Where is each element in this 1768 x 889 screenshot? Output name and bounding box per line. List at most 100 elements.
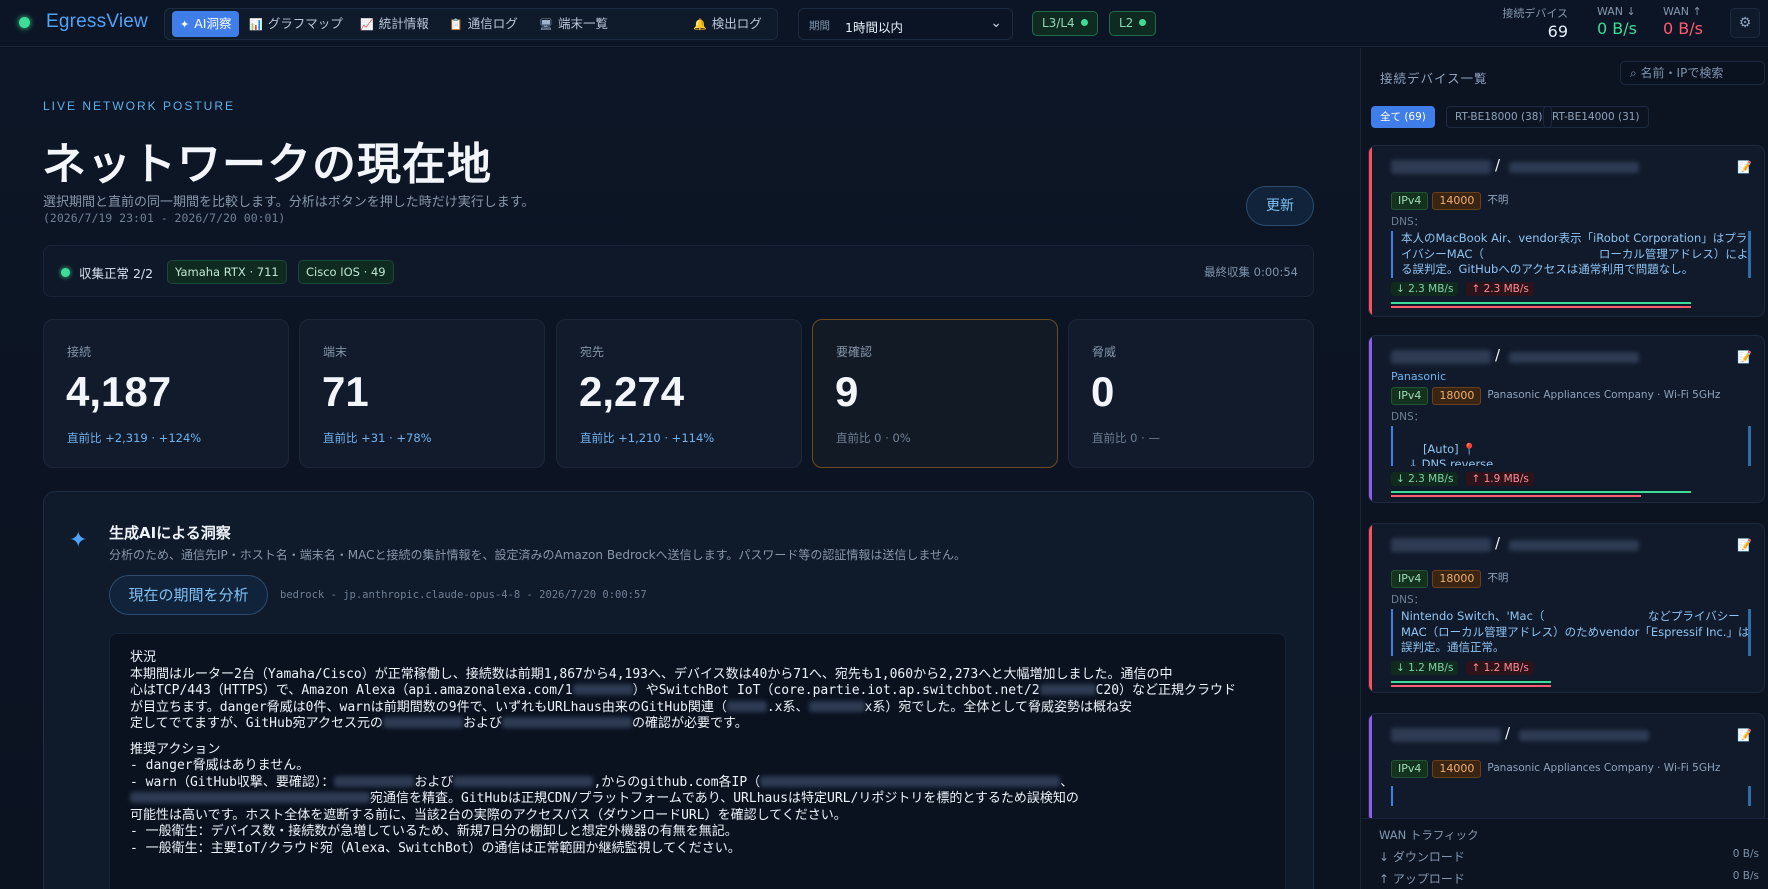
search-icon: ⌕ xyxy=(1630,66,1641,80)
status-dot xyxy=(1139,19,1147,26)
card-accent xyxy=(1369,146,1372,316)
router-chip: Yamaha RTX · 711 xyxy=(167,260,287,284)
layer-toggle-l3l4[interactable]: L3/L4 xyxy=(1032,11,1098,36)
device-card[interactable]: / 📝 IPv4 14000 Panasonic Appliances Compan… xyxy=(1368,713,1765,823)
device-name-blurred xyxy=(1391,350,1491,364)
sidebar-title: 接続デバイス一覧 xyxy=(1380,71,1488,86)
period-select[interactable]: 期間 1時間以内 ⌄ xyxy=(798,8,1013,40)
wan-up-stat: WAN ↑ 0 B/s xyxy=(1663,5,1703,38)
refresh-button[interactable]: 更新 xyxy=(1246,186,1314,226)
device-name-blurred xyxy=(1391,538,1491,552)
kpi-devices: 端末 71 直前比 +31 · +78% xyxy=(299,319,545,468)
dns-label: DNS： xyxy=(1391,216,1425,228)
device-note: Nintendo Switch、'Mac（ などプライバシーMAC（ローカル管理… xyxy=(1391,609,1751,656)
kpi-connections: 接続 4,187 直前比 +2,319 · +124% xyxy=(43,319,289,468)
filter-tab-rt-be18000[interactable]: RT-BE18000 (38) xyxy=(1446,106,1552,128)
main-nav: ✦ AI洞察 📊 グラフマップ 📈 統計情報 📋 通信ログ 🖥 端末一覧 🔔 検出ログ xyxy=(164,8,778,40)
card-accent xyxy=(1369,524,1372,692)
gear-icon: ⚙ xyxy=(1738,15,1752,31)
page-subtitle: 選択期間と直前の同一期間を比較します。分析はボタンを押した時だけ実行します。 xyxy=(43,195,535,210)
nav-ai-insight[interactable]: ✦ AI洞察 xyxy=(172,11,240,37)
device-note: [Auto] 📍 ↓ DNS reverse xyxy=(1391,426,1751,466)
device-sidebar: 接続デバイス一覧 ⌕ 名前・IPで検索 全て (69) RT-BE18000 (… xyxy=(1360,48,1768,889)
router-chip: Cisco IOS · 49 xyxy=(298,260,394,284)
status-dot xyxy=(61,268,70,277)
report-line: が目立ちます。danger脅威は0件、warnは前期間数の9件で、いずれもURL… xyxy=(130,699,1132,715)
download-rate: ↓ 2.3 MB/s xyxy=(1391,282,1459,296)
status-dot xyxy=(1080,19,1088,26)
report-line: 本期間はルーター2台（Yamaha/Cisco）が正常稼働し、接続数は前期1,8… xyxy=(130,666,1173,682)
period-label: 期間 xyxy=(809,20,830,32)
model-info: bedrock - jp.anthropic.claude-opus-4-8 -… xyxy=(280,589,647,601)
report-heading: 推奨アクション xyxy=(130,741,221,757)
report-line: 可能性は高いです。ホスト全体を遮断する前に、当該2台の実際のアクセスパス（ダウン… xyxy=(130,807,847,823)
wan-title: WAN トラフィック xyxy=(1379,828,1479,842)
connected-devices-stat: 接続デバイス 69 xyxy=(1502,7,1568,41)
bell-icon: 🔔 xyxy=(693,18,707,31)
device-note: 本人のMacBook Air、vendor表示「iRobot Corporati… xyxy=(1391,231,1751,278)
report-line: - warn（GitHub収撃、要確認）： および ,からのgithub.com各I… xyxy=(130,774,1074,790)
device-card[interactable]: / 📝 Panasonic IPv4 18000 Panasonic Applian… xyxy=(1368,335,1765,503)
kpi-destinations: 宛先 2,274 直前比 +1,210 · +114% xyxy=(556,319,802,468)
wan-download-row: ↓ ダウンロード 0 B/s xyxy=(1379,848,1759,864)
dns-label: DNS： xyxy=(1391,411,1425,423)
nav-traffic-log[interactable]: 📋 通信ログ xyxy=(441,11,526,37)
ai-insight-panel: ✦ 生成AIによる洞察 分析のため、通信先IP・ホスト名・端末名・MACと接続の… xyxy=(43,491,1314,889)
upload-rate: ↑ 1.9 MB/s xyxy=(1466,472,1534,486)
filter-tab-all[interactable]: 全て (69) xyxy=(1371,106,1435,128)
traffic-bars xyxy=(1391,302,1751,308)
nav-device-list[interactable]: 🖥 端末一覧 xyxy=(531,11,616,37)
nav-statistics[interactable]: 📈 統計情報 xyxy=(352,11,437,37)
dns-label: DNS： xyxy=(1391,594,1425,606)
kpi-threats: 脅威 0 直前比 0 · — xyxy=(1068,319,1314,468)
period-value: 1時間以内 xyxy=(845,20,903,35)
kpi-needs-review: 要確認 9 直前比 0 · 0% xyxy=(812,319,1058,468)
wan-traffic-panel: WAN トラフィック ↓ ダウンロード 0 B/s ↑ アップロード 0 B/s xyxy=(1361,818,1768,889)
device-card[interactable]: / 📝 IPv4 18000 不明 DNS： Nintendo Switch、'Ma… xyxy=(1368,523,1765,693)
status-dot xyxy=(19,17,30,28)
edit-icon[interactable]: 📝 xyxy=(1737,728,1752,742)
device-note xyxy=(1391,786,1751,806)
bar-chart-icon: 📊 xyxy=(249,18,263,31)
edit-icon[interactable]: 📝 xyxy=(1737,538,1752,552)
ai-report: 状況 本期間はルーター2台（Yamaha/Cisco）が正常稼働し、接続数は前期… xyxy=(109,633,1286,889)
app-logo[interactable]: EgressView xyxy=(46,11,148,33)
top-bar: EgressView ✦ AI洞察 📊 グラフマップ 📈 統計情報 📋 通信ログ 🖥 端末… xyxy=(0,0,1768,47)
page-title: ネットワークの現在地 xyxy=(42,139,492,190)
upload-rate: ↑ 2.3 MB/s xyxy=(1466,282,1534,296)
collection-status: 収集正常 2/2 xyxy=(79,266,154,281)
edit-icon[interactable]: 📝 xyxy=(1737,160,1752,174)
sparkle-icon: ✦ xyxy=(180,18,190,31)
device-name-blurred xyxy=(1391,160,1491,174)
download-rate: ↓ 2.3 MB/s xyxy=(1391,472,1459,486)
layer-toggle-l2[interactable]: L2 xyxy=(1109,11,1157,36)
device-name-blurred xyxy=(1391,728,1501,742)
nav-detection-log[interactable]: 🔔 検出ログ xyxy=(685,11,770,37)
collection-status-bar: 収集正常 2/2 Yamaha RTX · 711 Cisco IOS · 49… xyxy=(43,245,1314,297)
device-card[interactable]: / 📝 IPv4 14000 不明 DNS： 本人のMacBook Air、vend… xyxy=(1368,145,1765,317)
nav-graph-map[interactable]: 📊 グラフマップ xyxy=(241,11,351,37)
clipboard-icon: 📋 xyxy=(449,18,463,31)
report-line: - 一般衛生：主要IoT/クラウド宛（Alexa、SwitchBot）の通信は正… xyxy=(130,840,741,856)
card-accent xyxy=(1369,336,1372,502)
ai-description: 分析のため、通信先IP・ホスト名・端末名・MACと接続の集計情報を、設定済みのA… xyxy=(109,548,967,562)
chevron-down-icon: ⌄ xyxy=(990,15,1002,31)
eyebrow-label: LIVE NETWORK POSTURE xyxy=(43,99,236,113)
period-range: (2026/7/19 23:01 - 2026/7/20 00:01) xyxy=(43,211,286,225)
ai-title: 生成AIによる洞察 xyxy=(109,524,231,542)
report-line: 宛通信を精査。GitHubは正規CDN/プラットフォームであり、URLhausは… xyxy=(130,791,1265,808)
analyze-button[interactable]: 現在の期間を分析 xyxy=(109,575,268,615)
report-line: - danger脅威はありません。 xyxy=(130,758,310,773)
edit-icon[interactable]: 📝 xyxy=(1737,350,1752,364)
device-search-input[interactable]: ⌕ 名前・IPで検索 xyxy=(1620,61,1765,85)
device-vendor: Panasonic xyxy=(1391,370,1447,383)
filter-tab-rt-be14000[interactable]: RT-BE14000 (31) xyxy=(1543,106,1649,128)
sparkle-icon: ✦ xyxy=(69,528,88,553)
wan-down-stat: WAN ↓ 0 B/s xyxy=(1597,5,1637,38)
settings-button[interactable]: ⚙ xyxy=(1730,8,1760,38)
card-accent xyxy=(1369,714,1372,822)
report-line: 心はTCP/443（HTTPS）で、Amazon Alexa（api.amazo… xyxy=(130,683,1237,698)
report-line: - 一般衛生：デバイス数・接続数が急増しているため、新規7日分の棚卸しと想定外機… xyxy=(130,824,738,839)
traffic-bars xyxy=(1391,491,1751,497)
monitor-icon: 🖥 xyxy=(539,18,553,31)
